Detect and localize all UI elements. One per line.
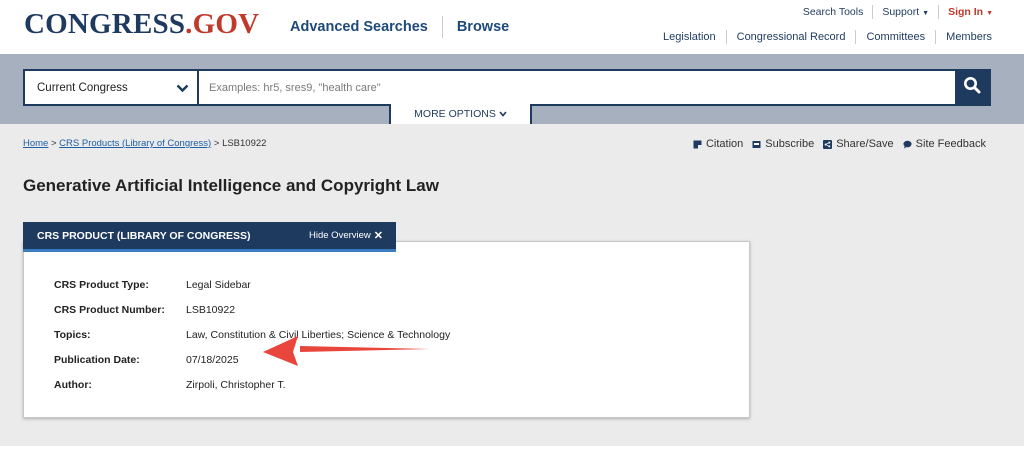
speech-bubble-icon: [903, 140, 912, 149]
search-button[interactable]: [955, 71, 989, 104]
search-input[interactable]: [199, 71, 955, 104]
page-title: Generative Artificial Intelligence and C…: [23, 176, 439, 195]
overview-row: Topics: Law, Constitution & Civil Liberti…: [54, 322, 450, 347]
breadcrumb-separator: >: [211, 138, 223, 149]
hide-overview-label: Hide Overview: [309, 230, 371, 241]
overview-row-key: CRS Product Type:: [54, 278, 149, 291]
secondary-nav: Legislation Congressional Record Committ…: [663, 30, 992, 44]
overview-tab-label: CRS PRODUCT (LIBRARY OF CONGRESS): [37, 229, 251, 242]
support-menu[interactable]: Support ▼: [882, 6, 929, 18]
caret-down-icon: ▼: [922, 10, 930, 17]
envelope-icon: [752, 140, 761, 149]
nav-browse[interactable]: Browse: [457, 19, 509, 35]
citation-label: Citation: [705, 138, 744, 150]
overview-row-key: Publication Date:: [54, 353, 140, 366]
divider: [938, 5, 940, 19]
subscribe-button[interactable]: Subscribe: [752, 138, 814, 150]
divider: [855, 30, 857, 44]
sign-in-menu[interactable]: Sign In ▼: [948, 6, 993, 18]
divider: [725, 30, 727, 44]
overview-row: Author: Zirpoli, Christopher T.: [54, 372, 450, 397]
subscribe-label: Subscribe: [765, 138, 815, 150]
search-bar: Current Congress: [23, 69, 991, 106]
logo-suffix: GOV: [192, 8, 260, 40]
logo-text: CONGRESS: [24, 8, 186, 40]
overview-row-key: CRS Product Number:: [54, 303, 165, 316]
overview-row: CRS Product Type: Legal Sidebar: [54, 272, 450, 297]
share-label: Share/Save: [836, 138, 894, 150]
nav-divider: [441, 16, 443, 38]
overview-tab[interactable]: CRS PRODUCT (LIBRARY OF CONGRESS) Hide O…: [23, 222, 396, 252]
utility-links: Search Tools Support ▼ Sign In ▼: [803, 5, 993, 19]
overview-row-key: Topics:: [54, 328, 91, 341]
congress-gov-logo[interactable]: CONGRESS.GOV: [24, 8, 259, 41]
search-icon: [963, 76, 981, 99]
breadcrumb-current: LSB10922: [222, 138, 267, 149]
overview-row-value: 07/18/2025: [186, 353, 239, 366]
feedback-label: Site Feedback: [915, 138, 986, 150]
logo-dot: .: [185, 8, 193, 40]
overview-row-value: LSB10922: [186, 303, 236, 316]
overview-row-value: Zirpoli, Christopher T.: [186, 378, 286, 391]
sign-in-label: Sign In: [948, 6, 984, 18]
nav-committees[interactable]: Committees: [866, 31, 925, 43]
congress-scope-select[interactable]: Current Congress: [25, 71, 197, 104]
chevron-down-icon: [499, 111, 507, 117]
divider: [872, 5, 874, 19]
share-save-button[interactable]: Share/Save: [823, 138, 894, 150]
overview-row: CRS Product Number: LSB10922: [54, 297, 450, 322]
breadcrumb-crs-products[interactable]: CRS Products (Library of Congress): [59, 138, 211, 149]
site-feedback-button[interactable]: Site Feedback: [903, 138, 986, 150]
divider: [935, 30, 937, 44]
breadcrumb-separator: >: [48, 138, 60, 149]
caret-down-icon: ▼: [986, 10, 993, 17]
main-nav: Advanced Searches Browse: [290, 16, 509, 38]
more-options-toggle[interactable]: MORE OPTIONS: [389, 104, 532, 126]
nav-advanced-searches[interactable]: Advanced Searches: [290, 19, 428, 35]
more-options-label: MORE OPTIONS: [414, 108, 496, 120]
overview-row: Publication Date: 07/18/2025: [54, 347, 450, 372]
search-tools-link[interactable]: Search Tools: [803, 6, 864, 18]
share-icon: [823, 139, 833, 149]
breadcrumb: Home > CRS Products (Library of Congress…: [23, 138, 266, 149]
main-content: Home > CRS Products (Library of Congress…: [0, 124, 1024, 446]
hide-overview-button[interactable]: Hide Overview ✕: [309, 229, 383, 242]
nav-congressional-record[interactable]: Congressional Record: [737, 31, 846, 43]
scope-value: Current Congress: [37, 81, 128, 94]
close-icon: ✕: [373, 230, 383, 242]
page-tools: Citation Subscribe Share/Save Site Feedb…: [684, 138, 986, 150]
citation-icon: [693, 140, 702, 149]
chevron-down-icon: [176, 82, 189, 94]
footer-strip: [0, 446, 1024, 461]
overview-card: CRS Product Type: Legal Sidebar CRS Produc…: [23, 241, 750, 418]
support-label: Support: [882, 6, 920, 18]
nav-legislation[interactable]: Legislation: [663, 31, 716, 43]
breadcrumb-home[interactable]: Home: [23, 138, 48, 149]
overview-details: CRS Product Type: Legal Sidebar CRS Produc…: [54, 272, 450, 397]
overview-row-key: Author:: [54, 378, 92, 391]
overview-row-value: Law, Constitution & Civil Liberties; Sci…: [186, 328, 451, 341]
citation-button[interactable]: Citation: [693, 138, 743, 150]
nav-members[interactable]: Members: [946, 31, 992, 43]
site-header: CONGRESS.GOV Advanced Searches Browse Se…: [0, 0, 1024, 54]
overview-row-value: Legal Sidebar: [186, 278, 251, 291]
